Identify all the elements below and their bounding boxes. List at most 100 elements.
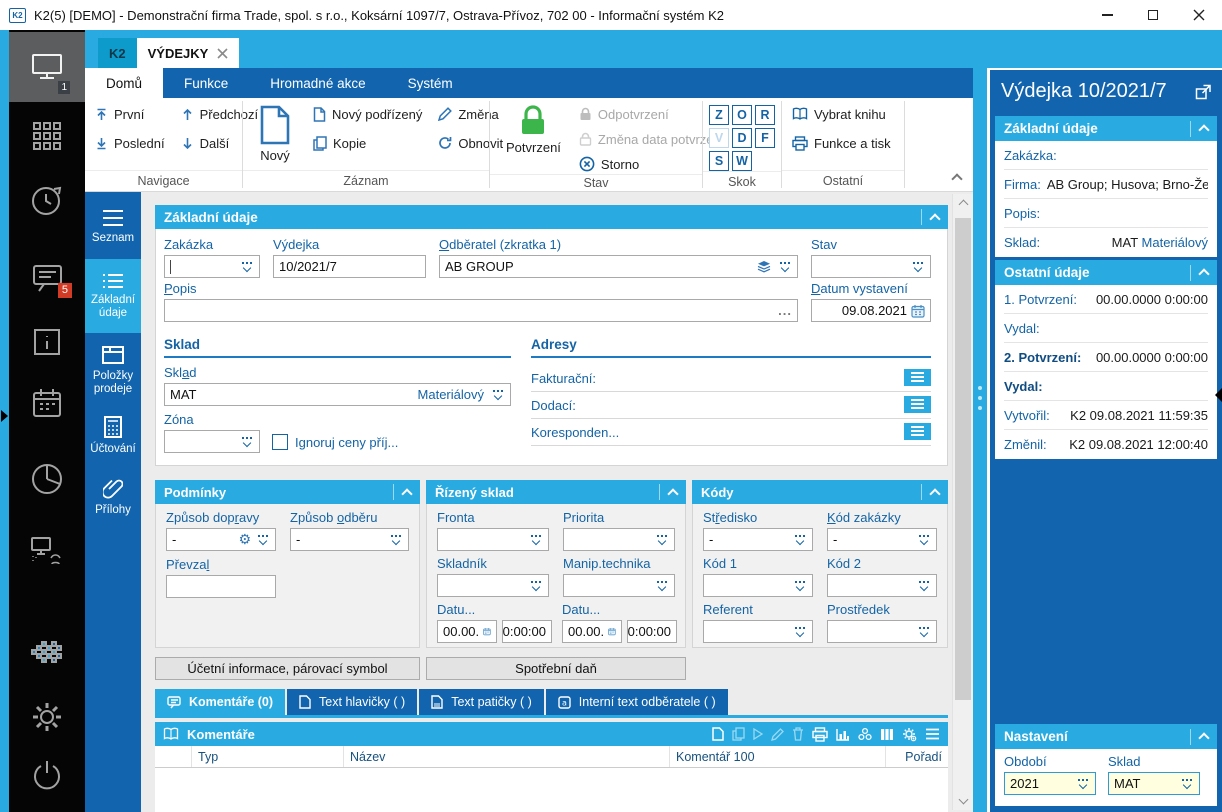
datum1-time-field[interactable]: 0:00:00 <box>502 620 552 643</box>
rail-item-messages[interactable]: 5 <box>9 258 85 298</box>
datum2-time-field[interactable]: 0:00:00 <box>627 620 677 643</box>
jump-key-f[interactable]: F <box>755 128 775 148</box>
gear-icon[interactable]: ⚙ <box>238 533 251 547</box>
dropdown-icon[interactable] <box>1075 779 1090 788</box>
confirm-button[interactable]: Potvrzení <box>500 104 567 155</box>
sklad-field[interactable]: MAT Materiálový <box>164 383 511 406</box>
collapse-section-icon[interactable] <box>929 487 941 500</box>
sklad-nastaveni-field[interactable]: MAT <box>1108 772 1200 795</box>
rail-expand-icon[interactable] <box>1 410 8 422</box>
sidebar-item-polozky-prodeje[interactable]: Položky prodeje <box>85 333 141 407</box>
first-button[interactable]: První <box>95 104 165 124</box>
ribbon-collapse-button[interactable] <box>951 173 963 185</box>
ignoruj-ceny-checkbox[interactable] <box>272 434 288 450</box>
dropdown-icon[interactable] <box>490 390 505 399</box>
column-komentar[interactable]: Komentář 100 <box>669 746 885 767</box>
tab-text-paticky[interactable]: Text patičky ( ) <box>419 689 544 715</box>
dropdown-icon[interactable] <box>528 581 543 590</box>
dropdown-icon[interactable] <box>777 262 792 271</box>
zpusob-dopravy-field[interactable]: - ⚙ <box>166 528 276 551</box>
dropdown-icon[interactable] <box>792 535 807 544</box>
sidebar-item-uctovani[interactable]: Účtování <box>85 407 141 465</box>
collapse-section-icon[interactable] <box>1198 124 1210 136</box>
maximize-button[interactable] <box>1130 0 1176 30</box>
datum1-date-field[interactable]: 00.00. <box>437 620 497 643</box>
zakazka-field[interactable] <box>164 255 260 278</box>
new-button[interactable]: Nový <box>253 104 297 163</box>
jump-key-s[interactable]: S <box>709 151 729 171</box>
popis-field[interactable]: ... <box>164 299 798 322</box>
chart-icon[interactable] <box>836 728 850 741</box>
zona-field[interactable] <box>164 430 260 453</box>
sidebar-item-prilohy[interactable]: Přílohy <box>85 465 141 529</box>
collapse-section-icon[interactable] <box>667 487 679 500</box>
dropdown-icon[interactable] <box>239 262 254 271</box>
kod2-field[interactable] <box>827 574 937 597</box>
rail-item-settings[interactable] <box>9 698 85 736</box>
close-button[interactable] <box>1176 0 1222 30</box>
more-icon[interactable]: ... <box>778 303 792 318</box>
tab-interni-text[interactable]: a Interní text odběratele ( ) <box>545 689 728 715</box>
rail-item-k2[interactable] <box>9 636 85 668</box>
sidebar-item-zakladni-udaje[interactable]: Základní údaje <box>85 259 141 333</box>
rail-item-desktop[interactable]: 1 <box>9 32 85 102</box>
address-menu-button[interactable] <box>904 368 931 386</box>
prevzal-field[interactable] <box>166 575 276 598</box>
panel-splitter[interactable] <box>973 68 987 812</box>
excise-tax-button[interactable]: Spotřební daň <box>426 657 686 680</box>
menu-funkce[interactable]: Funkce <box>163 68 249 98</box>
jump-key-z[interactable]: Z <box>709 105 729 125</box>
calendar-small-icon[interactable] <box>483 625 491 638</box>
jump-key-o[interactable]: O <box>732 105 752 125</box>
collapse-section-icon[interactable] <box>929 212 941 225</box>
address-menu-button[interactable] <box>904 395 931 413</box>
scroll-up-button[interactable] <box>953 194 974 212</box>
dropdown-icon[interactable] <box>916 581 931 590</box>
datum-vystaveni-field[interactable]: 09.08.2021 <box>811 299 931 322</box>
dropdown-icon[interactable] <box>916 627 931 636</box>
dropdown-icon[interactable] <box>654 535 669 544</box>
jump-key-v[interactable]: V <box>709 128 729 148</box>
stav-field[interactable] <box>811 255 931 278</box>
calendar-small-icon[interactable] <box>608 625 616 638</box>
copy-button[interactable]: Kopie <box>313 133 422 153</box>
priorita-field[interactable] <box>563 528 675 551</box>
rail-item-history[interactable] <box>9 180 85 220</box>
address-menu-button[interactable] <box>904 422 931 440</box>
collapse-section-icon[interactable] <box>1198 268 1210 280</box>
copy-icon[interactable] <box>732 727 745 741</box>
select-book-button[interactable]: Vybrat knihu <box>792 104 891 124</box>
menu-icon[interactable] <box>925 728 940 740</box>
scrollbar-thumb[interactable] <box>955 218 971 700</box>
zpusob-odberu-field[interactable]: - <box>290 528 409 551</box>
dropdown-icon[interactable] <box>528 535 543 544</box>
datum2-date-field[interactable]: 00.00. <box>562 620 622 643</box>
gear-search-icon[interactable] <box>902 727 917 742</box>
rail-item-calendar[interactable] <box>9 385 85 421</box>
new-record-icon[interactable] <box>712 727 724 741</box>
tab-k2[interactable]: K2 <box>98 38 137 68</box>
close-tab-icon[interactable] <box>217 47 228 59</box>
dropdown-icon[interactable] <box>388 535 403 544</box>
column-nazev[interactable]: Název <box>343 746 669 767</box>
columns-icon[interactable] <box>880 728 894 741</box>
menu-domu[interactable]: Domů <box>85 68 164 98</box>
dropdown-icon[interactable] <box>916 535 931 544</box>
accounting-info-button[interactable]: Účetní informace, párovací symbol <box>155 657 420 680</box>
referent-field[interactable] <box>703 620 813 643</box>
odberatel-field[interactable]: AB GROUP <box>439 255 798 278</box>
scroll-down-button[interactable] <box>953 792 974 810</box>
kod1-field[interactable] <box>703 574 813 597</box>
rail-item-power[interactable] <box>9 756 85 794</box>
minimize-button[interactable] <box>1084 0 1130 30</box>
prostredek-field[interactable] <box>827 620 937 643</box>
play-icon[interactable] <box>753 728 763 740</box>
collapse-section-icon[interactable] <box>401 487 413 500</box>
calendar-small-icon[interactable] <box>911 304 925 318</box>
manip-technika-field[interactable] <box>563 574 675 597</box>
column-typ[interactable]: Typ <box>191 746 343 767</box>
dropdown-icon[interactable] <box>792 581 807 590</box>
workflow-icon[interactable] <box>858 727 872 741</box>
last-button[interactable]: Poslední <box>95 133 165 153</box>
tab-komentare[interactable]: Komentáře (0) <box>155 689 286 715</box>
